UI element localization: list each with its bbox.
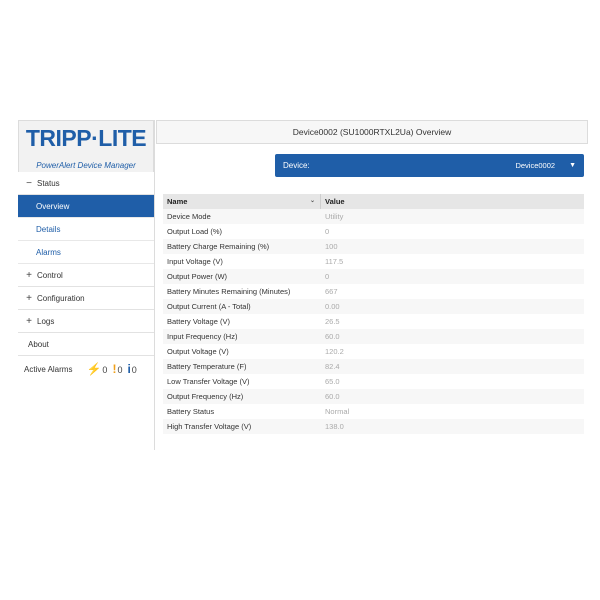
row-value: Utility: [325, 212, 344, 221]
lightning-icon: ⚡: [86, 362, 102, 376]
sidebar-item-details[interactable]: Details: [18, 218, 154, 241]
critical-alarm-count: 0: [102, 365, 108, 375]
table-row[interactable]: Battery Status Normal: [163, 404, 584, 419]
nav-logs[interactable]: + Logs: [18, 310, 154, 333]
table-row[interactable]: High Transfer Voltage (V) 138.0: [163, 419, 584, 434]
active-alarms-label: Active Alarms: [24, 364, 73, 374]
info-alarm-count: 0: [131, 365, 137, 375]
row-name: Output Power (W): [167, 272, 228, 281]
nav-status[interactable]: − Status: [18, 172, 154, 195]
row-value: 82.4: [325, 362, 340, 371]
page-title: Device0002 (SU1000RTXL2Ua) Overview: [156, 120, 588, 144]
table-row[interactable]: Battery Temperature (F) 82.4: [163, 359, 584, 374]
sidebar-item-overview[interactable]: Overview: [18, 195, 154, 218]
nav-logs-label: Logs: [37, 316, 55, 326]
table-row[interactable]: Output Frequency (Hz) 60.0: [163, 389, 584, 404]
column-header-name-label: Name: [167, 197, 188, 206]
row-value: 65.0: [325, 377, 340, 386]
app-window: TRIPP·LITE PowerAlert Device Manager − S…: [18, 120, 588, 450]
table-row[interactable]: Output Voltage (V) 120.2: [163, 344, 584, 359]
device-selector-label: Device:: [283, 161, 310, 170]
table-body: Device Mode Utility Output Load (%) 0 Batter…: [163, 209, 584, 434]
column-header-value[interactable]: Value: [321, 194, 584, 209]
warning-alarm-indicator[interactable]: ! 0: [112, 363, 122, 375]
device-selector-value: Device0002: [515, 161, 556, 170]
row-name: Battery Minutes Remaining (Minutes): [167, 287, 291, 296]
logo-subtitle: PowerAlert Device Manager: [36, 161, 136, 170]
row-name: High Transfer Voltage (V): [167, 422, 252, 431]
expand-icon: +: [26, 292, 32, 304]
critical-alarm-indicator[interactable]: ⚡ 0: [86, 363, 107, 375]
overview-table: Name ⌄ Value Device Mode Utility Output Lo…: [163, 194, 584, 434]
nav-control-label: Control: [37, 270, 63, 280]
row-name: Output Current (A - Total): [167, 302, 251, 311]
row-value: 0.00: [325, 302, 340, 311]
row-name: Battery Charge Remaining (%): [167, 242, 270, 251]
row-name: Low Transfer Voltage (V): [167, 377, 250, 386]
row-name: Battery Status: [167, 407, 215, 416]
info-icon: i: [127, 362, 131, 376]
row-name: Battery Temperature (F): [167, 362, 247, 371]
row-value: 120.2: [325, 347, 344, 356]
table-row[interactable]: Device Mode Utility: [163, 209, 584, 224]
warning-alarm-count: 0: [117, 365, 123, 375]
row-name: Output Load (%): [167, 227, 223, 236]
nav-status-label: Status: [37, 178, 60, 188]
table-row[interactable]: Low Transfer Voltage (V) 65.0: [163, 374, 584, 389]
nav-configuration-label: Configuration: [37, 293, 85, 303]
caret-down-icon: ▼: [569, 162, 576, 169]
device-selector[interactable]: Device: Device0002 ▼: [275, 154, 584, 177]
table-row[interactable]: Output Load (%) 0: [163, 224, 584, 239]
table-row[interactable]: Battery Charge Remaining (%) 100: [163, 239, 584, 254]
table-row[interactable]: Output Power (W) 0: [163, 269, 584, 284]
row-value: 117.5: [325, 257, 344, 266]
collapse-icon: −: [26, 177, 32, 189]
sort-icon[interactable]: ⌄: [310, 194, 315, 209]
nav-about[interactable]: About: [18, 333, 154, 356]
row-value: Normal: [325, 407, 350, 416]
row-name: Output Voltage (V): [167, 347, 229, 356]
row-value: 667: [325, 287, 338, 296]
row-value: 60.0: [325, 332, 340, 341]
table-row[interactable]: Battery Voltage (V) 26.5: [163, 314, 584, 329]
warning-icon: !: [112, 362, 117, 376]
expand-icon: +: [26, 315, 32, 327]
table-row[interactable]: Battery Minutes Remaining (Minutes) 667: [163, 284, 584, 299]
table-row[interactable]: Input Voltage (V) 117.5: [163, 254, 584, 269]
info-alarm-indicator[interactable]: i 0: [127, 363, 136, 375]
nav-configuration[interactable]: + Configuration: [18, 287, 154, 310]
row-name: Battery Voltage (V): [167, 317, 230, 326]
sidebar: TRIPP·LITE PowerAlert Device Manager − S…: [18, 120, 155, 450]
main-panel: Device0002 (SU1000RTXL2Ua) Overview Devi…: [156, 120, 588, 450]
logo: TRIPP·LITE PowerAlert Device Manager: [18, 120, 154, 172]
nav-control[interactable]: + Control: [18, 264, 154, 287]
row-name: Input Frequency (Hz): [167, 332, 238, 341]
row-value: 0: [325, 227, 330, 236]
logo-brand: TRIPP·LITE: [25, 125, 147, 151]
row-value: 0: [325, 272, 330, 281]
table-header: Name ⌄ Value: [163, 194, 584, 209]
row-value: 100: [325, 242, 338, 251]
row-value: 26.5: [325, 317, 340, 326]
row-value: 138.0: [325, 422, 344, 431]
expand-icon: +: [26, 269, 32, 281]
row-name: Output Frequency (Hz): [167, 392, 244, 401]
row-name: Input Voltage (V): [167, 257, 223, 266]
table-row[interactable]: Input Frequency (Hz) 60.0: [163, 329, 584, 344]
row-name: Device Mode: [167, 212, 211, 221]
table-row[interactable]: Output Current (A - Total) 0.00: [163, 299, 584, 314]
sidebar-item-alarms[interactable]: Alarms: [18, 241, 154, 264]
column-header-name[interactable]: Name ⌄: [163, 194, 321, 209]
active-alarms[interactable]: Active Alarms ⚡ 0 ! 0 i 0: [18, 356, 154, 382]
row-value: 60.0: [325, 392, 340, 401]
